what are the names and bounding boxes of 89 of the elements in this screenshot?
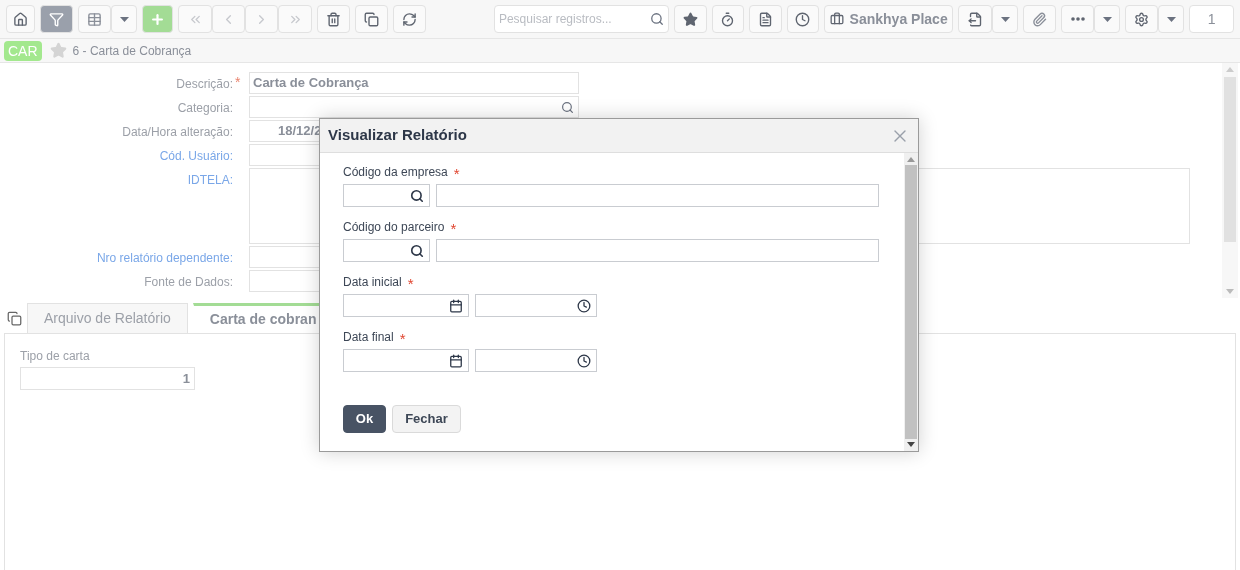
caret-icon	[1102, 16, 1112, 22]
tab[interactable]: Arquivo de Relatório	[27, 303, 188, 333]
timer-button[interactable]	[711, 5, 744, 33]
dropdown-button[interactable]	[1094, 5, 1121, 33]
page-title: 6 - Carta de Cobrança	[72, 42, 192, 60]
filter-icon	[49, 11, 65, 27]
copy-icon[interactable]	[7, 311, 22, 326]
search-field[interactable]: Pesquisar registros...	[493, 5, 669, 33]
field-label: Descrição:	[176, 76, 233, 93]
dropdown-button[interactable]	[111, 5, 138, 33]
ellipsis-icon	[1070, 17, 1085, 21]
search-icon	[561, 100, 574, 114]
field-label: Data inicial	[343, 274, 402, 291]
stopwatch-icon	[720, 11, 736, 27]
history-button[interactable]	[786, 5, 819, 33]
input-field[interactable]: Carta de Cobrança	[249, 72, 579, 94]
calendar-icon	[449, 298, 463, 313]
caret-icon	[1166, 16, 1176, 22]
calendar-icon	[449, 353, 463, 368]
copy-button[interactable]	[355, 5, 388, 33]
field-label[interactable]: Cód. Usuário:	[159, 147, 233, 165]
description-field[interactable]	[436, 239, 879, 262]
delete-button[interactable]	[317, 5, 350, 33]
date-field[interactable]	[343, 349, 469, 372]
scroll-down-icon[interactable]	[907, 442, 915, 447]
table-icon	[87, 11, 103, 27]
field-label[interactable]: Nro relatório dependente:	[96, 249, 233, 267]
dropdown-button[interactable]	[992, 5, 1019, 33]
paperclip-icon	[1032, 11, 1048, 27]
dialog-title: Visualizar Relatório	[328, 125, 467, 146]
scroll-up-icon[interactable]	[907, 157, 915, 162]
export-button[interactable]	[958, 5, 993, 33]
field-label: Data/Hora alteração:	[122, 124, 233, 141]
date-field[interactable]	[343, 294, 469, 317]
code-field[interactable]	[343, 184, 430, 207]
time-field[interactable]	[475, 349, 597, 372]
home-button[interactable]	[6, 5, 36, 33]
refresh-button[interactable]	[392, 5, 426, 33]
search-icon	[649, 12, 664, 26]
clock-icon	[577, 353, 591, 368]
attach-button[interactable]	[1023, 5, 1057, 33]
star-icon	[682, 11, 698, 27]
favorite-star-icon[interactable]	[49, 42, 67, 59]
ok-button[interactable]: Ok	[343, 405, 386, 433]
field-label: Fonte de Dados:	[144, 274, 233, 291]
field-label: Código do parceiro	[343, 219, 445, 236]
settings-icon	[1134, 11, 1150, 27]
required-mark: *	[399, 329, 406, 345]
required-mark: *	[407, 274, 414, 290]
more-button[interactable]	[1061, 5, 1095, 33]
close-dialog-button[interactable]: Fechar	[392, 405, 461, 433]
document-icon	[757, 11, 773, 27]
file-export-icon	[968, 11, 983, 27]
clock-icon	[577, 298, 591, 313]
input-field[interactable]: 1	[20, 367, 195, 390]
lookup-field[interactable]	[249, 96, 579, 118]
settings-button[interactable]	[1125, 5, 1159, 33]
field-label[interactable]: IDTELA:	[187, 171, 233, 189]
required-mark: *	[450, 219, 457, 235]
place-button[interactable]: Sankhya Place	[823, 5, 954, 33]
field-label: Tipo de carta	[20, 348, 90, 365]
search-icon	[410, 188, 424, 203]
time-field[interactable]	[475, 294, 597, 317]
required-mark: *	[453, 164, 460, 180]
search-icon	[410, 243, 424, 258]
copy-icon	[363, 11, 379, 27]
grid-button[interactable]	[78, 5, 112, 33]
filter-button[interactable]	[40, 5, 74, 33]
description-field[interactable]	[436, 184, 879, 207]
scrollbar[interactable]	[904, 153, 918, 451]
trash-icon	[326, 11, 341, 27]
module-badge: CAR	[4, 40, 42, 61]
plus-icon	[150, 11, 166, 27]
required-mark: *	[235, 75, 242, 92]
briefcase-icon	[829, 12, 844, 26]
field-label: Código da empresa	[343, 164, 448, 181]
report-button[interactable]	[748, 5, 782, 33]
scroll-up-icon[interactable]	[1226, 67, 1234, 72]
caret-icon	[119, 16, 129, 22]
page-number: 1	[1189, 5, 1234, 33]
field-label: Categoria:	[177, 100, 233, 117]
favorite-button[interactable]	[673, 5, 707, 33]
refresh-icon	[401, 11, 417, 27]
dropdown-button[interactable]	[1158, 5, 1185, 33]
clock-icon	[795, 11, 811, 27]
home-icon	[13, 11, 29, 27]
code-field[interactable]	[343, 239, 430, 262]
scrollbar[interactable]	[1222, 63, 1238, 298]
caret-icon	[1001, 16, 1010, 22]
